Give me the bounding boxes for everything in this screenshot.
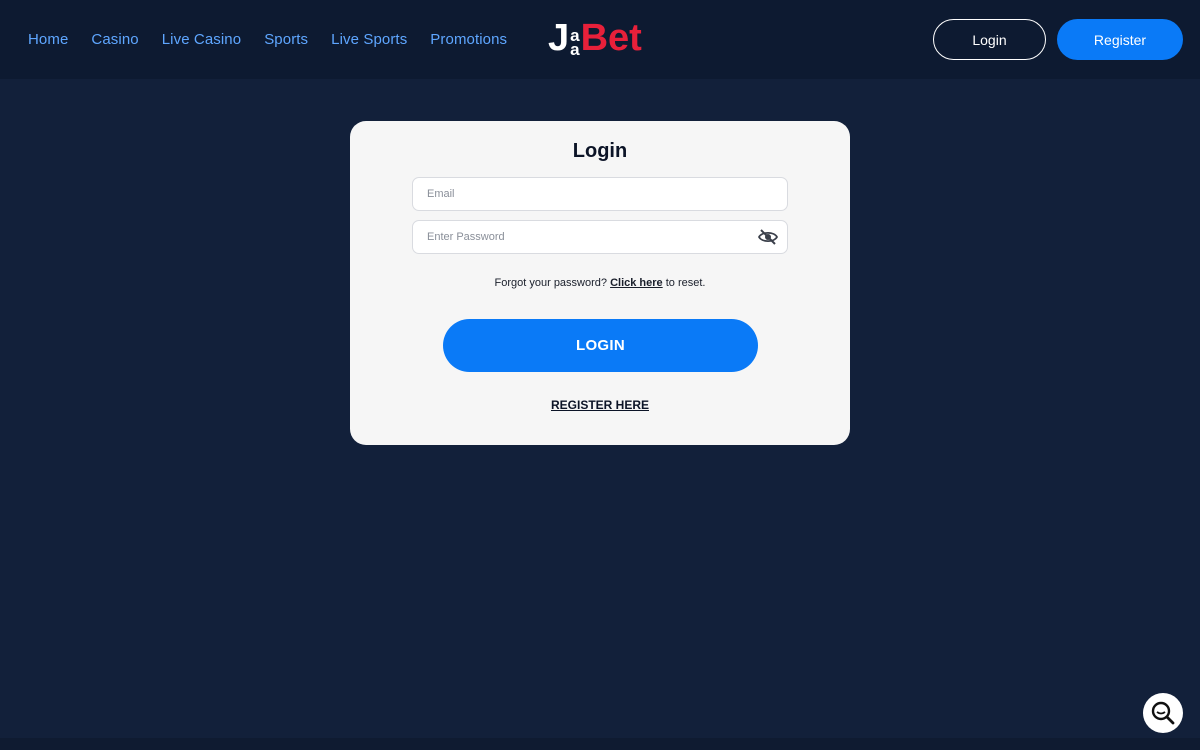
top-navigation-bar: Home Casino Live Casino Sports Live Spor…: [0, 0, 1200, 79]
header-register-button[interactable]: Register: [1057, 19, 1183, 60]
password-field-wrapper: [412, 220, 788, 254]
email-input[interactable]: [413, 178, 787, 210]
main-nav: Home Casino Live Casino Sports Live Spor…: [28, 0, 530, 79]
login-card: Login Forgot your password? Click here t…: [350, 121, 850, 445]
footer-strip: [0, 738, 1200, 750]
register-here-link[interactable]: REGISTER HERE: [350, 398, 850, 412]
forgot-prefix: Forgot your password?: [494, 277, 608, 289]
nav-item-live-casino[interactable]: Live Casino: [162, 31, 241, 48]
site-logo[interactable]: J aa Bet: [548, 15, 642, 58]
login-submit-button[interactable]: LOGIN: [443, 319, 758, 372]
password-input[interactable]: [413, 221, 787, 253]
nav-item-sports[interactable]: Sports: [264, 31, 308, 48]
forgot-suffix: to reset.: [665, 277, 706, 289]
header-login-button[interactable]: Login: [933, 19, 1046, 60]
login-title: Login: [572, 140, 628, 162]
nav-item-home[interactable]: Home: [28, 31, 68, 48]
search-icon[interactable]: [1143, 693, 1183, 733]
reset-password-link[interactable]: Click here: [610, 277, 663, 289]
email-field-wrapper: [412, 177, 788, 211]
forgot-password-text: Forgot your password? Click here to rese…: [350, 277, 850, 289]
nav-item-live-sports[interactable]: Live Sports: [331, 31, 407, 48]
eye-off-icon[interactable]: [757, 228, 779, 246]
nav-item-promotions[interactable]: Promotions: [430, 31, 507, 48]
nav-item-casino[interactable]: Casino: [91, 31, 138, 48]
